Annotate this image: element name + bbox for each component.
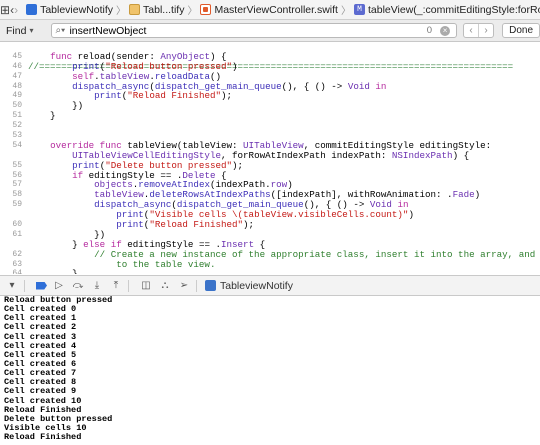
breadcrumb-label: tableView(_:commitEditingStyle:forRowAtI… xyxy=(367,3,540,16)
chevron-right-icon: 〉 xyxy=(340,6,351,17)
console-line: Cell created 0 xyxy=(4,304,77,315)
line-number: 62 xyxy=(12,249,22,259)
line-number: 48 xyxy=(12,81,22,91)
find-mode-label: Find xyxy=(6,24,27,37)
forward-button[interactable]: › xyxy=(14,3,18,17)
swift-file-icon xyxy=(200,4,212,15)
view-hierarchy-icon[interactable]: ◫ xyxy=(139,280,153,291)
divider xyxy=(128,279,129,292)
line-number: 56 xyxy=(12,170,22,180)
breakpoints-toggle-icon[interactable] xyxy=(36,281,47,290)
debug-toolbar: ▾ ▷ ⤼ ⤓ ⤒ ◫ ⛬ ➢ TableviewNotify xyxy=(0,275,540,296)
console-line: Cell created 6 xyxy=(4,358,77,369)
breadcrumb-method[interactable]: M tableView(_:commitEditingStyle:forRowA… xyxy=(353,3,540,16)
line-number: 58 xyxy=(12,190,22,200)
console-line: Cell created 4 xyxy=(4,340,77,351)
chevron-down-icon: ▾ xyxy=(29,26,34,35)
done-button[interactable]: Done xyxy=(502,23,540,38)
breadcrumb-label: Tabl...tify xyxy=(143,3,185,16)
console-output[interactable]: Reload button pressed Cell created 0 Cel… xyxy=(0,296,540,445)
console-line: Cell created 2 xyxy=(4,322,77,333)
line-number: 59 xyxy=(12,200,22,210)
line-number: 51 xyxy=(12,111,22,121)
method-icon: M xyxy=(353,4,365,15)
line-number: 46 xyxy=(12,61,22,71)
console-line: Cell created 9 xyxy=(4,386,77,397)
line-number: 47 xyxy=(12,71,22,81)
find-navigation: ‹ › xyxy=(463,23,495,38)
clear-icon[interactable]: × xyxy=(440,25,451,36)
console-line: Reload button pressed xyxy=(4,296,113,305)
breadcrumb-project[interactable]: TableviewNotify xyxy=(26,4,113,16)
line-number: 64 xyxy=(12,269,22,274)
console-line: Visible cells 10 xyxy=(4,422,87,433)
code-line: 52 xyxy=(0,121,540,131)
console-line: Cell created 1 xyxy=(4,313,77,324)
project-icon xyxy=(26,4,38,15)
folder-icon xyxy=(129,4,141,15)
chevron-right-icon: 〉 xyxy=(116,6,127,17)
code-line: 63 to the table view. xyxy=(0,259,540,270)
step-into-icon[interactable]: ⤓ xyxy=(90,280,104,291)
jump-bar: ⊞ ‹ › TableviewNotify 〉 Tabl...tify 〉 Ma… xyxy=(0,0,540,20)
line-number: 60 xyxy=(12,220,22,230)
continue-icon[interactable]: ▷ xyxy=(52,280,66,291)
search-input[interactable]: insertNewObject xyxy=(69,25,146,37)
hide-debug-area-icon[interactable]: ▾ xyxy=(5,280,19,291)
result-count: 0 xyxy=(426,25,433,36)
divider xyxy=(196,279,197,292)
location-icon[interactable]: ➢ xyxy=(177,280,191,291)
previous-result-button[interactable]: ‹ xyxy=(464,24,478,37)
code-editor[interactable]: //======================================… xyxy=(0,42,540,274)
step-out-icon[interactable]: ⤒ xyxy=(109,280,123,291)
code-line: 64 } xyxy=(0,269,540,274)
line-number: 63 xyxy=(12,259,22,269)
related-items-icon[interactable]: ⊞ xyxy=(0,3,10,17)
line-number: 61 xyxy=(12,229,22,239)
line-number: 55 xyxy=(12,160,22,170)
line-number: 53 xyxy=(12,131,22,141)
breadcrumb-label: TableviewNotify xyxy=(40,3,114,16)
step-over-icon[interactable]: ⤼ xyxy=(71,280,85,291)
breadcrumb-label: MasterViewController.swift xyxy=(214,3,338,16)
console-line: Cell created 3 xyxy=(4,331,77,342)
debug-target-label[interactable]: TableviewNotify xyxy=(220,280,293,292)
find-mode-dropdown[interactable]: Find ▾ xyxy=(6,25,41,37)
line-number: 45 xyxy=(12,51,22,61)
find-bar: Find ▾ ⌕▾ insertNewObject 0 × ‹ › Done xyxy=(0,20,540,42)
console-line: Cell created 5 xyxy=(4,349,77,360)
divider xyxy=(24,279,25,292)
app-icon xyxy=(205,280,216,291)
console-line: Reload Finished xyxy=(4,432,82,443)
console-line: Cell created 8 xyxy=(4,377,77,388)
line-number: 50 xyxy=(12,101,22,111)
chevron-right-icon: 〉 xyxy=(187,6,198,17)
breadcrumb-group[interactable]: Tabl...tify xyxy=(129,4,184,16)
line-number: 54 xyxy=(12,140,22,150)
line-number: 52 xyxy=(12,121,22,131)
next-result-button[interactable]: › xyxy=(478,24,493,37)
memory-graph-icon[interactable]: ⛬ xyxy=(158,280,172,291)
console-line: Cell created 7 xyxy=(4,368,77,379)
search-field[interactable]: ⌕▾ insertNewObject 0 × xyxy=(51,23,458,38)
code-line: 51 } xyxy=(0,111,540,121)
line-number: 49 xyxy=(12,91,22,101)
line-number: 57 xyxy=(12,180,22,190)
breadcrumb-file[interactable]: MasterViewController.swift xyxy=(200,4,338,16)
search-icon[interactable]: ⌕▾ xyxy=(55,25,67,36)
console-line: Cell created 10 xyxy=(4,395,82,406)
code-line: 50 }) xyxy=(0,101,540,111)
